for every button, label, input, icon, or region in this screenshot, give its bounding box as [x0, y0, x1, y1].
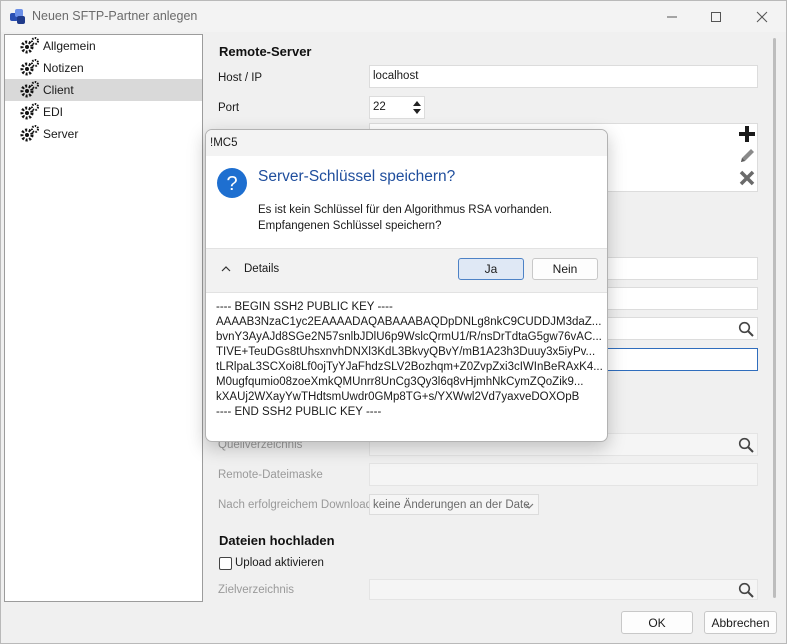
- title-bar: Neuen SFTP-Partner anlegen: [1, 1, 786, 32]
- keyfile-input[interactable]: [601, 317, 758, 340]
- remote-server-title: Remote-Server: [219, 44, 312, 59]
- dialog-message-line: Es ist kein Schlüssel für den Algorithmu…: [258, 204, 553, 216]
- no-button[interactable]: Nein: [532, 258, 598, 280]
- edit-icon[interactable]: [738, 147, 756, 165]
- delete-icon[interactable]: [738, 169, 756, 187]
- port-label: Port: [218, 102, 240, 114]
- chevron-up-icon: [220, 263, 232, 275]
- upload-enable-label: Upload aktivieren: [235, 557, 324, 569]
- dialog-message-line: Empfangenen Schlüssel speichern?: [258, 220, 442, 232]
- details-label: Details: [244, 263, 280, 275]
- key-line: TIVE+TeuDGs8tUhsxnvhDNXl3KdL3BkvyQBvY/mB…: [216, 346, 596, 358]
- sidebar: Allgemein Notizen Client EDI Server: [4, 34, 203, 602]
- host-label: Host / IP: [218, 72, 263, 84]
- sidebar-item-notizen[interactable]: Notizen: [5, 57, 202, 79]
- sidebar-item-label: Client: [43, 83, 74, 97]
- after-download-label: Nach erfolgreichem Download...: [218, 499, 382, 511]
- sidebar-item-edi[interactable]: EDI: [5, 101, 202, 123]
- close-icon[interactable]: [739, 1, 785, 32]
- dialog-title: !MC5: [206, 130, 607, 156]
- after-download-select[interactable]: keine Änderungen an der Date: [369, 494, 539, 515]
- key-line: kXAUj2WXayYwTHdtsmUwdr0GMp8TG+s/YXWwl2Vd…: [216, 391, 580, 403]
- remote-mask-input[interactable]: [369, 463, 758, 486]
- host-input[interactable]: localhost: [369, 65, 758, 88]
- sidebar-item-allgemein[interactable]: Allgemein: [5, 35, 202, 57]
- yes-button[interactable]: Ja: [458, 258, 524, 280]
- question-icon: ?: [216, 167, 248, 199]
- gear-icon: [19, 59, 41, 77]
- port-value: 22: [373, 101, 386, 113]
- after-download-value: keine Änderungen an der Date: [373, 498, 530, 511]
- sidebar-item-server[interactable]: Server: [5, 123, 202, 145]
- key-line: ---- END SSH2 PUBLIC KEY ----: [216, 406, 382, 418]
- maximize-icon[interactable]: [693, 1, 739, 32]
- upload-section-title: Dateien hochladen: [219, 533, 335, 548]
- stepper-arrows-icon[interactable]: [412, 99, 422, 116]
- chevron-down-icon: [524, 501, 534, 513]
- gear-icon: [19, 103, 41, 121]
- gear-icon: [19, 81, 41, 99]
- cancel-button[interactable]: Abbrechen: [704, 611, 777, 634]
- scrollbar-thumb[interactable]: [773, 38, 776, 598]
- add-icon[interactable]: [738, 125, 756, 143]
- gear-icon: [19, 125, 41, 143]
- search-icon[interactable]: [738, 437, 754, 453]
- sidebar-item-client[interactable]: Client: [5, 79, 202, 101]
- details-toggle[interactable]: Details: [220, 263, 279, 275]
- public-key-text[interactable]: ---- BEGIN SSH2 PUBLIC KEY ---- AAAAB3Nz…: [216, 300, 604, 420]
- sidebar-item-label: EDI: [43, 105, 64, 119]
- app-icon: [10, 9, 26, 25]
- port-stepper[interactable]: 22: [369, 96, 425, 119]
- vertical-scrollbar[interactable]: [770, 34, 780, 602]
- remote-mask-label: Remote-Dateimaske: [218, 469, 323, 481]
- dialog-message: Es ist kein Schlüssel für den Algorithmu…: [258, 202, 552, 234]
- sidebar-item-label: Server: [43, 127, 79, 141]
- footer-bar: OK Abbrechen: [1, 605, 786, 643]
- svg-text:?: ?: [226, 173, 237, 195]
- key-line: bvnY3AyAJd8SGe2N57snlbJDlU6p9WslcQrmU1/R…: [216, 331, 602, 343]
- dialog-button-bar: Details Ja Nein: [206, 248, 607, 293]
- search-icon[interactable]: [738, 582, 754, 598]
- target-dir-label: Zielverzeichnis: [218, 584, 295, 596]
- sidebar-item-label: Notizen: [43, 61, 84, 75]
- gear-icon: [19, 37, 41, 55]
- key-line: M0ugfqumio08zoeXmkQMUnrr8UnCg3Qy3l6q8vHj…: [216, 376, 584, 388]
- sidebar-item-label: Allgemein: [43, 39, 96, 53]
- minimize-icon[interactable]: [649, 1, 695, 32]
- key-line: AAAAB3NzaC1yc2EAAAADAQABAAABAQDpDNLg8nkC…: [216, 316, 602, 328]
- target-dir-input[interactable]: [369, 579, 758, 600]
- dialog-heading: Server-Schlüssel speichern?: [258, 168, 456, 185]
- ok-button[interactable]: OK: [621, 611, 693, 634]
- upload-enable-checkbox[interactable]: [219, 557, 232, 570]
- save-key-dialog: !MC5 ? Server-Schlüssel speichern? Es is…: [205, 129, 608, 442]
- key-line: tLRlpaL3SCXoi8Lf0ojTyYJaFhdzSLV2Bozhqm+Z…: [216, 361, 603, 373]
- focused-input[interactable]: [601, 348, 758, 371]
- key-line: ---- BEGIN SSH2 PUBLIC KEY ----: [216, 301, 393, 313]
- username-input[interactable]: [601, 257, 758, 280]
- window-title: Neuen SFTP-Partner anlegen: [32, 9, 198, 23]
- password-input[interactable]: [601, 287, 758, 310]
- search-icon[interactable]: [738, 321, 754, 337]
